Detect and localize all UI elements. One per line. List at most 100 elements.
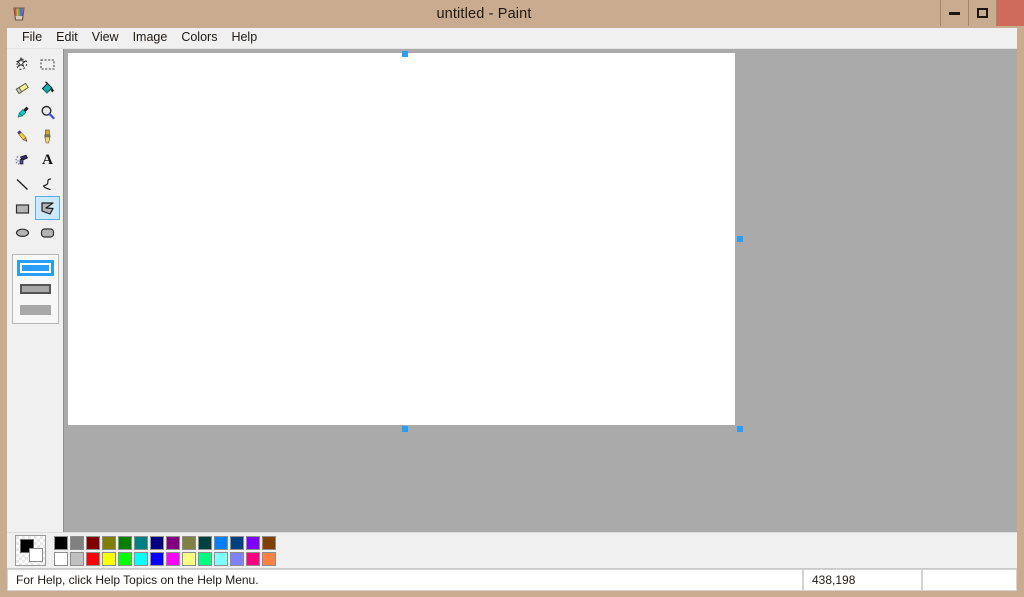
palette-swatch[interactable] xyxy=(86,551,100,566)
pencil-tool[interactable] xyxy=(10,124,35,148)
palette-swatch[interactable] xyxy=(102,551,116,566)
airbrush-icon xyxy=(14,152,31,169)
minimize-button[interactable] xyxy=(940,0,968,26)
eraser-icon xyxy=(14,80,31,97)
palette-swatch[interactable] xyxy=(150,535,164,550)
text-a-icon: A xyxy=(42,151,53,168)
rounded-rectangle-icon xyxy=(39,224,56,241)
palette-swatch-grid xyxy=(54,535,276,566)
palette-swatch[interactable] xyxy=(198,551,212,566)
current-colors-indicator[interactable] xyxy=(15,535,46,566)
palette-swatch[interactable] xyxy=(166,551,180,566)
free-form-select-tool[interactable] xyxy=(10,52,35,76)
palette-swatch[interactable] xyxy=(118,551,132,566)
curve-icon xyxy=(39,176,56,193)
rectangle-select-icon xyxy=(39,56,56,73)
palette-swatch[interactable] xyxy=(118,535,132,550)
outline-only-icon xyxy=(19,263,51,273)
toolbox: A xyxy=(7,49,64,532)
tool-options-panel xyxy=(11,254,59,324)
outline-only-option[interactable] xyxy=(16,260,54,276)
eraser-tool[interactable] xyxy=(10,76,35,100)
drawing-canvas[interactable] xyxy=(68,51,743,432)
minimize-icon xyxy=(949,11,960,15)
rectangle-icon xyxy=(14,200,31,217)
close-button[interactable] xyxy=(996,0,1024,26)
maximize-icon xyxy=(977,8,988,18)
palette-swatch[interactable] xyxy=(214,535,228,550)
polygon-tool[interactable] xyxy=(35,196,60,220)
palette-swatch[interactable] xyxy=(214,551,228,566)
pencil-icon xyxy=(14,128,31,145)
fill-tool[interactable] xyxy=(35,76,60,100)
line-icon xyxy=(14,176,31,193)
text-tool[interactable]: A xyxy=(35,148,60,172)
rectangle-select-tool[interactable] xyxy=(35,52,60,76)
status-help-text: For Help, click Help Topics on the Help … xyxy=(7,569,803,591)
menu-item-image[interactable]: Image xyxy=(126,29,175,47)
color-palette-bar xyxy=(7,532,1017,568)
ellipse-tool[interactable] xyxy=(10,220,35,244)
palette-swatch[interactable] xyxy=(246,551,260,566)
palette-swatch[interactable] xyxy=(134,535,148,550)
brush-tool[interactable] xyxy=(35,124,60,148)
palette-swatch[interactable] xyxy=(134,551,148,566)
paint-cup-icon xyxy=(9,4,29,24)
menu-bar: File Edit View Image Colors Help xyxy=(7,28,1017,49)
menu-item-view[interactable]: View xyxy=(85,29,126,47)
palette-swatch[interactable] xyxy=(150,551,164,566)
outline-and-fill-option[interactable] xyxy=(17,281,54,297)
pick-color-tool[interactable] xyxy=(10,100,35,124)
palette-swatch[interactable] xyxy=(230,551,244,566)
canvas-resize-handle-bottom-right[interactable] xyxy=(737,426,743,432)
curve-tool[interactable] xyxy=(35,172,60,196)
polygon-icon xyxy=(39,200,56,217)
palette-swatch[interactable] xyxy=(262,535,276,550)
paint-bucket-icon xyxy=(39,80,56,97)
rounded-rectangle-tool[interactable] xyxy=(35,220,60,244)
window-title: untitled - Paint xyxy=(436,6,532,22)
secondary-color-swatch[interactable] xyxy=(29,548,43,562)
palette-swatch[interactable] xyxy=(246,535,260,550)
fill-only-option[interactable] xyxy=(17,302,54,318)
palette-swatch[interactable] xyxy=(102,535,116,550)
airbrush-tool[interactable] xyxy=(10,148,35,172)
palette-swatch[interactable] xyxy=(182,535,196,550)
free-form-select-icon xyxy=(14,56,31,73)
eyedropper-icon xyxy=(14,104,31,121)
palette-swatch[interactable] xyxy=(166,535,180,550)
palette-swatch[interactable] xyxy=(70,535,84,550)
magnifier-icon xyxy=(39,104,56,121)
canvas-resize-handle-bottom[interactable] xyxy=(402,426,408,432)
magnifier-tool[interactable] xyxy=(35,100,60,124)
palette-swatch[interactable] xyxy=(198,535,212,550)
menu-item-help[interactable]: Help xyxy=(224,29,264,47)
ellipse-icon xyxy=(14,224,31,241)
palette-swatch[interactable] xyxy=(230,535,244,550)
status-bar: For Help, click Help Topics on the Help … xyxy=(7,568,1017,591)
status-coordinates: 438,198 xyxy=(803,569,922,591)
tool-grid: A xyxy=(7,52,63,244)
palette-swatch[interactable] xyxy=(182,551,196,566)
canvas-workspace[interactable] xyxy=(64,49,1017,532)
menu-item-edit[interactable]: Edit xyxy=(49,29,85,47)
palette-swatch[interactable] xyxy=(54,535,68,550)
paintbrush-icon xyxy=(39,128,56,145)
window-controls xyxy=(940,0,1024,28)
work-area: A xyxy=(7,49,1017,532)
paint-window: untitled - Paint File Edit View Image Co… xyxy=(0,0,1024,597)
line-tool[interactable] xyxy=(10,172,35,196)
fill-only-icon xyxy=(19,305,51,315)
palette-swatch[interactable] xyxy=(262,551,276,566)
palette-swatch[interactable] xyxy=(54,551,68,566)
menu-item-colors[interactable]: Colors xyxy=(174,29,224,47)
palette-swatch[interactable] xyxy=(86,535,100,550)
title-bar[interactable]: untitled - Paint xyxy=(0,0,1024,28)
menu-item-file[interactable]: File xyxy=(15,29,49,47)
canvas-resize-handle-right[interactable] xyxy=(737,236,743,242)
palette-swatch[interactable] xyxy=(70,551,84,566)
rectangle-tool[interactable] xyxy=(10,196,35,220)
canvas-resize-handle-top[interactable] xyxy=(402,51,408,57)
maximize-button[interactable] xyxy=(968,0,996,26)
outline-and-fill-icon xyxy=(19,284,51,294)
